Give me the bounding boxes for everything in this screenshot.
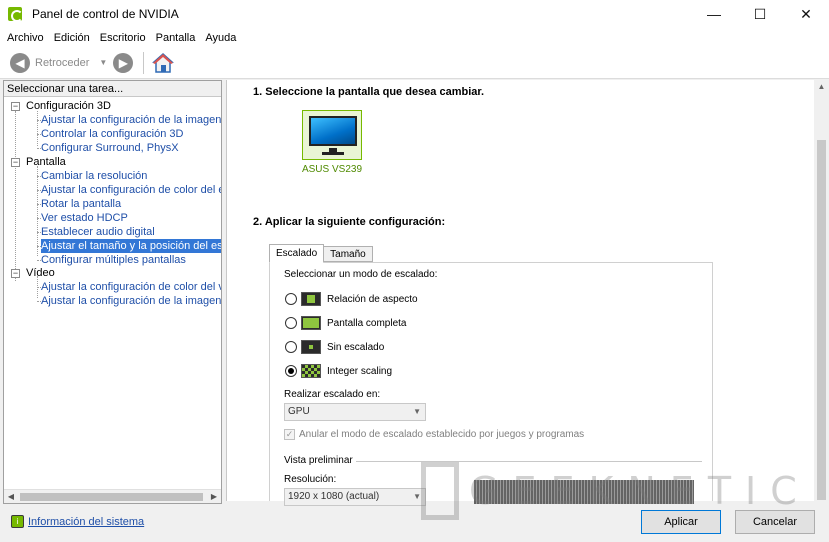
label-pantalla-completa[interactable]: Pantalla completa	[327, 318, 407, 329]
cancel-button[interactable]: Cancelar	[735, 510, 815, 534]
maximize-button[interactable]: ☐	[737, 0, 783, 28]
tree-category-pantalla[interactable]: Pantalla	[26, 155, 66, 169]
tree-item-surround-physx[interactable]: Configurar Surround, PhysX	[41, 141, 179, 155]
system-info-icon[interactable]: i	[11, 515, 24, 528]
tree-horizontal-scrollbar[interactable]: ◀ ▶	[4, 489, 221, 503]
tree-item-controlar-3d[interactable]: Controlar la configuración 3D	[41, 127, 183, 141]
monitor-base	[322, 152, 344, 155]
menu-bar: Archivo Edición Escritorio Pantalla Ayud…	[0, 28, 829, 47]
radio-sin-escalado[interactable]	[285, 341, 297, 353]
home-icon[interactable]	[152, 52, 175, 74]
display-selector-asus[interactable]	[302, 110, 362, 160]
scaling-mode-label: Seleccionar un modo de escalado:	[284, 269, 438, 280]
scroll-left-icon[interactable]: ◀	[4, 490, 18, 504]
override-checkbox[interactable]: ✓	[284, 429, 295, 440]
radio-integer-scaling[interactable]	[285, 365, 297, 377]
menu-edicion[interactable]: Edición	[49, 32, 95, 44]
tree-item-ajustar-imagen[interactable]: Ajustar la configuración de la imagen co…	[41, 113, 221, 127]
task-tree-panel: Seleccionar una tarea... − Configuración…	[3, 80, 222, 504]
display-name: ASUS VS239	[301, 164, 363, 175]
label-sin-escalado[interactable]: Sin escalado	[327, 342, 384, 353]
tree-guide-root	[15, 111, 16, 281]
tree-item-audio-digital[interactable]: Establecer audio digital	[41, 225, 155, 239]
tree-item-multiples-pantallas[interactable]: Configurar múltiples pantallas	[41, 253, 186, 267]
menu-escritorio[interactable]: Escritorio	[95, 32, 151, 44]
content-vertical-scrollbar[interactable]: ▲	[814, 80, 829, 501]
resolution-select[interactable]: 1920 x 1080 (actual) ▼	[284, 488, 426, 506]
history-dropdown-icon[interactable]: ▼	[99, 58, 107, 67]
tree-guide-pantalla	[37, 166, 38, 256]
tree-item-rotar-pantalla[interactable]: Rotar la pantalla	[41, 197, 121, 211]
full-screen-icon	[301, 316, 321, 330]
menu-archivo[interactable]: Archivo	[2, 32, 49, 44]
nvidia-app-icon	[8, 7, 23, 22]
no-scaling-icon	[301, 340, 321, 354]
window-title: Panel de control de NVIDIA	[32, 7, 179, 21]
scrollbar-thumb[interactable]	[817, 140, 826, 500]
menu-pantalla[interactable]: Pantalla	[151, 32, 201, 44]
system-info-link[interactable]: Información del sistema	[28, 516, 144, 528]
label-relacion-aspecto[interactable]: Relación de aspecto	[327, 294, 418, 305]
preview-label: Vista preliminar	[284, 455, 353, 466]
perform-on-label: Realizar escalado en:	[284, 389, 381, 400]
tree-item-color-escritorio[interactable]: Ajustar la configuración de color del es…	[41, 183, 221, 197]
radio-pantalla-completa[interactable]	[285, 317, 297, 329]
task-tree: − Configuración 3D Ajustar la configurac…	[4, 99, 221, 489]
tree-item-tamano-posicion[interactable]: Ajustar el tamaño y la posición del escr…	[41, 239, 221, 253]
apply-button[interactable]: Aplicar	[641, 510, 721, 534]
chevron-down-icon: ▼	[413, 492, 421, 501]
radio-relacion-aspecto[interactable]	[285, 293, 297, 305]
tree-item-cambiar-resolucion[interactable]: Cambiar la resolución	[41, 169, 147, 183]
toolbar-separator	[143, 51, 145, 74]
integer-scaling-icon	[301, 364, 321, 378]
window-controls: — ☐ ✕	[691, 0, 829, 28]
override-label: Anular el modo de escalado establecido p…	[299, 429, 585, 440]
label-integer-scaling[interactable]: Integer scaling	[327, 366, 392, 377]
title-bar: Panel de control de NVIDIA — ☐ ✕	[0, 0, 829, 28]
tree-item-estado-hdcp[interactable]: Ver estado HDCP	[41, 211, 128, 225]
toolbar: ◀ Retroceder ▼ ▶	[0, 47, 829, 79]
tree-item-imagen-video[interactable]: Ajustar la configuración de la imagen de…	[41, 294, 221, 308]
step2-title: 2. Aplicar la siguiente configuración:	[253, 216, 446, 228]
expand-toggle-3d[interactable]: −	[11, 102, 20, 111]
config-tabs: Escalado Tamaño	[269, 244, 373, 263]
back-arrow-icon[interactable]: ◀	[10, 52, 30, 73]
system-info: i Información del sistema	[11, 515, 144, 528]
watermark-text: GEEKNETIC	[469, 469, 811, 513]
tree-guide-3d	[37, 111, 38, 146]
resolution-value: 1920 x 1080 (actual)	[288, 491, 380, 502]
scroll-up-icon[interactable]: ▲	[814, 80, 829, 94]
expand-toggle-video[interactable]: −	[11, 269, 20, 278]
expand-toggle-pantalla[interactable]: −	[11, 158, 20, 167]
tree-category-3d[interactable]: Configuración 3D	[26, 99, 111, 113]
back-button-label[interactable]: Retroceder	[35, 57, 89, 69]
perform-on-value: GPU	[288, 406, 310, 417]
tab-escalado[interactable]: Escalado	[269, 244, 325, 263]
tab-tamano[interactable]: Tamaño	[323, 246, 373, 262]
close-button[interactable]: ✕	[783, 0, 829, 28]
step1-title: 1. Seleccione la pantalla que desea camb…	[253, 86, 485, 98]
task-tree-header: Seleccionar una tarea...	[4, 81, 221, 97]
perform-on-select[interactable]: GPU ▼	[284, 403, 426, 421]
resolution-label: Resolución:	[284, 474, 337, 485]
content-panel: 1. Seleccione la pantalla que desea camb…	[226, 80, 829, 506]
watermark-logo	[421, 462, 459, 520]
tree-item-color-video[interactable]: Ajustar la configuración de color del ví…	[41, 280, 221, 294]
tree-category-video[interactable]: Vídeo	[26, 266, 55, 280]
chevron-down-icon: ▼	[413, 407, 421, 416]
forward-arrow-icon[interactable]: ▶	[113, 52, 134, 73]
menu-ayuda[interactable]: Ayuda	[200, 32, 241, 44]
monitor-icon	[309, 116, 357, 146]
minimize-button[interactable]: —	[691, 0, 737, 28]
scroll-right-icon[interactable]: ▶	[207, 490, 221, 504]
scrollbar-thumb[interactable]	[20, 493, 203, 501]
aspect-ratio-icon	[301, 292, 321, 306]
